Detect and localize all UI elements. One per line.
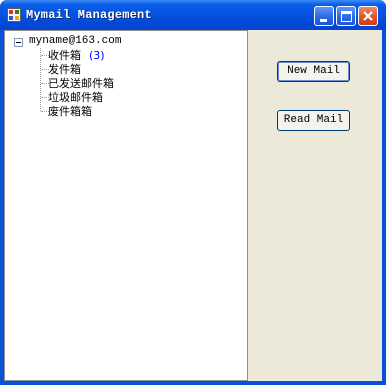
client-area: myname@163.com 收件箱 (3) 发件箱 已发送邮件箱 垃圾邮件箱 废… [4,30,382,381]
maximize-icon [341,11,352,22]
tree-item-label: 已发送邮件箱 [48,77,114,90]
tree-connector-line [40,48,41,111]
tree-item-label: 收件箱 [48,49,81,62]
read-mail-button[interactable]: Read Mail [277,110,350,131]
tree-item-sent[interactable]: 已发送邮件箱 [48,77,114,90]
tree-item-inbox[interactable]: 收件箱 (3) [48,49,105,62]
unread-count: (3) [89,49,105,62]
tree-item-label: 废件箱箱 [48,105,92,118]
close-button[interactable] [358,6,378,26]
tree-item-label: 垃圾邮件箱 [48,91,103,104]
tree-item-spam[interactable]: 垃圾邮件箱 [48,91,103,104]
close-icon [363,11,373,21]
new-mail-button[interactable]: New Mail [277,61,350,82]
minimize-button[interactable] [314,6,334,26]
mail-folder-tree[interactable]: myname@163.com 收件箱 (3) 发件箱 已发送邮件箱 垃圾邮件箱 废… [4,30,248,381]
tree-item-outbox[interactable]: 发件箱 [48,63,81,76]
tree-root-account[interactable]: myname@163.com [29,35,121,48]
window-title: Mymail Management [26,8,152,22]
title-bar[interactable]: Mymail Management [0,0,386,30]
collapse-toggle-icon[interactable] [14,38,23,47]
tree-item-trash[interactable]: 废件箱箱 [48,105,92,118]
minimize-icon [320,19,327,22]
tree-item-label: 发件箱 [48,63,81,76]
main-window: Mymail Management myname@163.com 收件箱 (3)… [0,0,386,385]
app-icon [7,8,21,22]
maximize-button[interactable] [336,6,356,26]
